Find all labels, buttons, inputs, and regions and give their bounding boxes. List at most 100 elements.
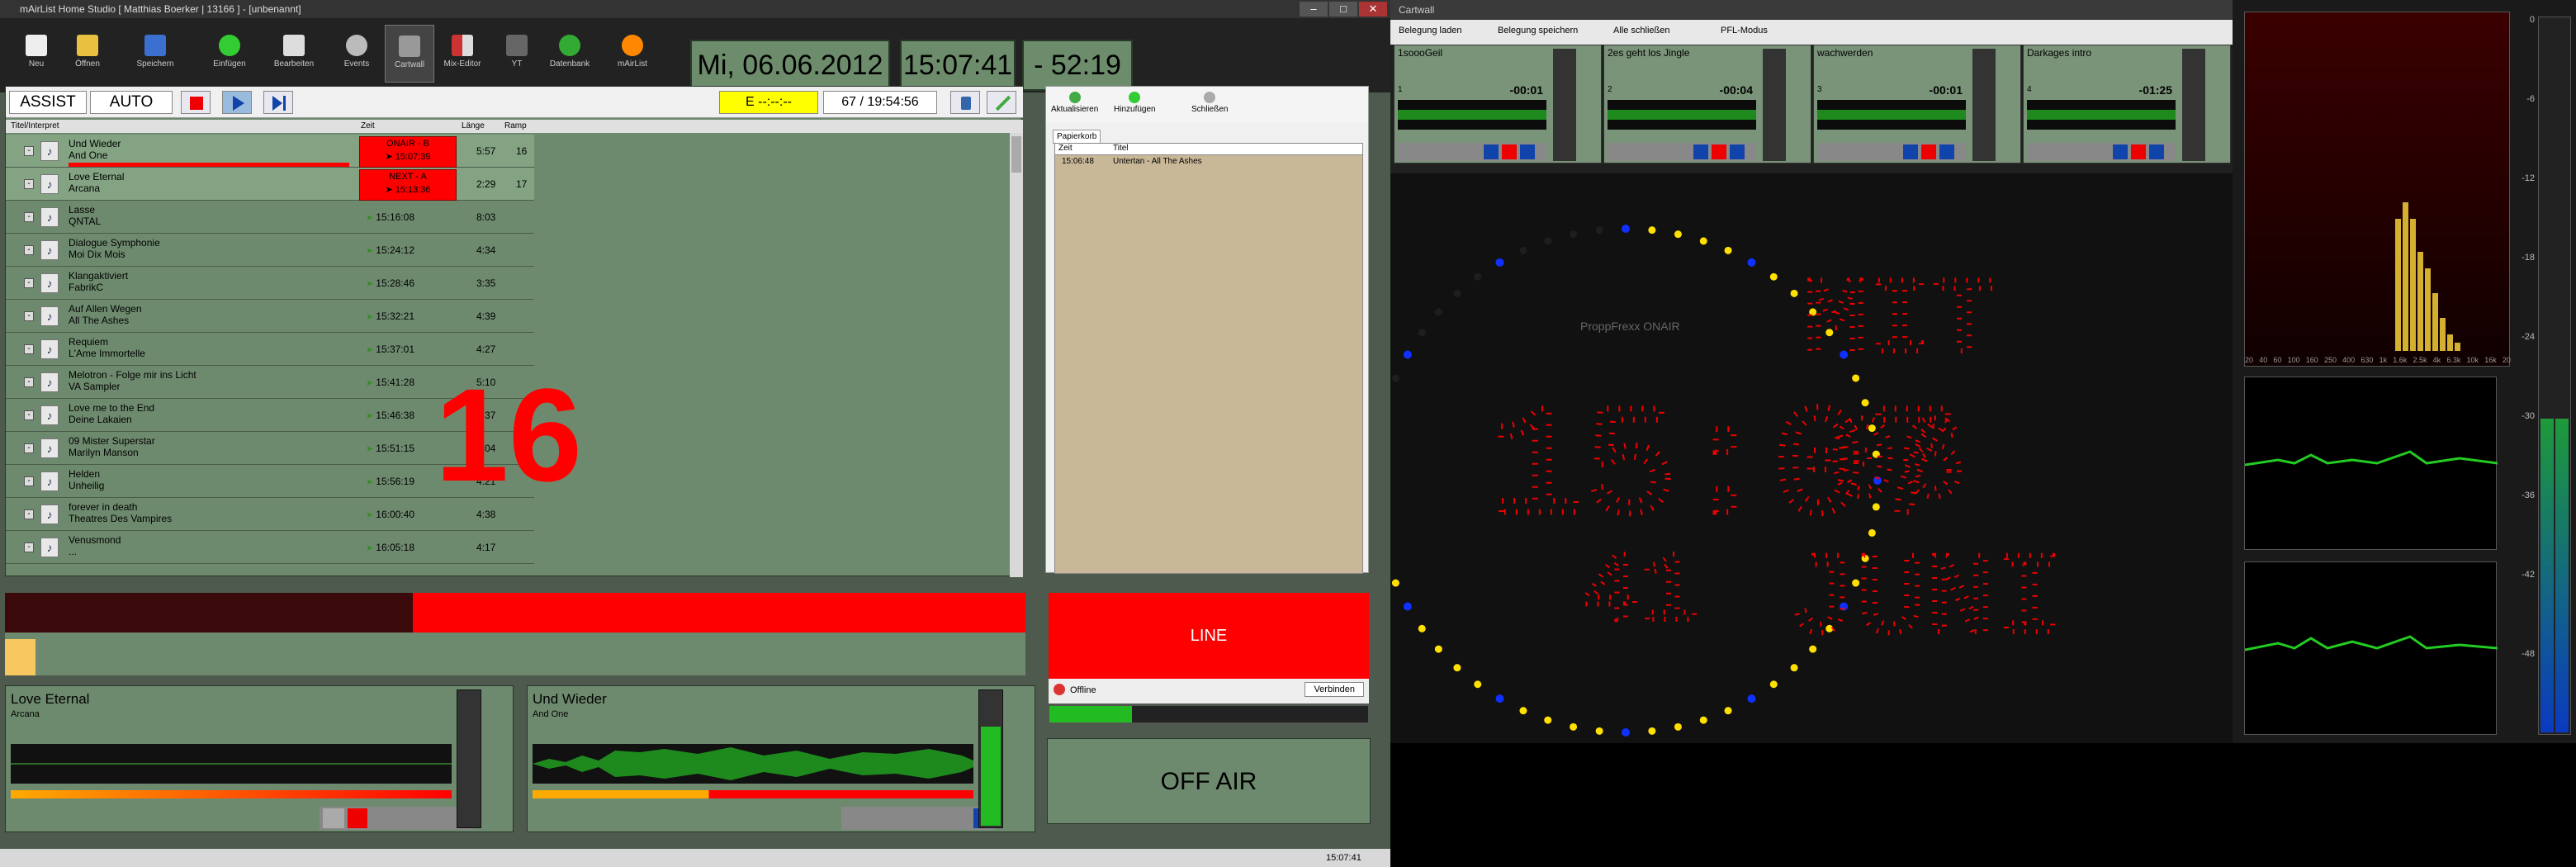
expand-icon[interactable]: - — [24, 476, 34, 486]
tool-save[interactable]: Speichern — [130, 25, 180, 83]
expand-icon[interactable]: - — [24, 245, 34, 255]
close-all-button[interactable]: Alle schließen — [1613, 26, 1669, 36]
playlist-row[interactable]: -♪ LasseQNTAL 15:16:08 8:03 — [6, 201, 534, 234]
col-title[interactable]: Titel/Interpret — [11, 120, 59, 133]
clock-second-dot — [1747, 694, 1756, 704]
minimize-button[interactable]: – — [1300, 2, 1328, 17]
delete-button[interactable] — [950, 91, 980, 114]
expand-icon[interactable]: - — [24, 311, 34, 321]
tool-events[interactable]: Events — [332, 25, 381, 83]
row-title: Lasse — [69, 204, 96, 216]
tool-open[interactable]: Öffnen — [63, 25, 112, 83]
rewind-icon[interactable] — [1903, 144, 1918, 159]
tool-mairlist[interactable]: mAirList — [608, 25, 657, 83]
edit-button[interactable] — [987, 91, 1016, 114]
play-icon[interactable] — [1939, 144, 1954, 159]
music-note-icon: ♪ — [40, 174, 59, 194]
assist-button[interactable]: ASSIST — [9, 91, 87, 114]
line-button[interactable]: LINE — [1049, 593, 1369, 679]
tool-new[interactable]: Neu — [12, 25, 61, 83]
play-button[interactable] — [222, 91, 252, 114]
maximize-button[interactable]: □ — [1329, 2, 1357, 17]
tool-yt[interactable]: YT — [492, 25, 542, 83]
expand-icon[interactable]: - — [24, 179, 34, 189]
save-layout-button[interactable]: Belegung speichern — [1498, 26, 1578, 36]
player-b-waveform[interactable] — [533, 744, 973, 784]
stop-icon[interactable] — [1921, 144, 1936, 159]
clock-second-dot — [1699, 716, 1707, 724]
row-title: Auf Allen Wegen — [69, 303, 142, 315]
rewind-icon[interactable] — [2113, 144, 2128, 159]
clock-second-dot — [1595, 226, 1603, 235]
offair-button[interactable]: OFF AIR — [1047, 738, 1371, 824]
playlist-row[interactable]: - ♪ Und Wieder And One ONAIR - B ➤ 15:07:39 5:… — [6, 135, 534, 168]
cart-slot[interactable]: 1soooGeil 1 -00:01 — [1394, 45, 1602, 163]
spectrum-label: 2.5k — [2413, 356, 2427, 364]
tab-papierkorb[interactable]: Papierkorb — [1053, 130, 1101, 144]
tool-insert[interactable]: Einfügen — [205, 25, 254, 83]
stop-icon[interactable] — [348, 808, 367, 828]
col-ramp[interactable]: Ramp — [504, 120, 527, 133]
expand-icon[interactable]: - — [24, 146, 34, 156]
expand-icon[interactable]: - — [24, 344, 34, 354]
play-icon[interactable] — [2149, 144, 2164, 159]
expand-icon[interactable]: - — [24, 410, 34, 420]
refresh-button[interactable]: Aktualisieren — [1051, 92, 1098, 114]
connect-button[interactable]: Verbinden — [1305, 682, 1364, 697]
row-title: Dialogue Symphonie — [69, 237, 160, 249]
clock-second-dot — [1495, 694, 1504, 704]
music-note-icon: ♪ — [40, 240, 59, 260]
cart-slot[interactable]: Darkages intro 4 -01:25 — [2023, 45, 2231, 163]
papierkorb-header: Zeit Titel — [1055, 144, 1362, 155]
close-panel-button[interactable]: Schließen — [1191, 92, 1228, 114]
playlist-scrollbar[interactable] — [1010, 133, 1023, 577]
tool-edit[interactable]: Bearbeiten — [269, 25, 319, 83]
expand-icon[interactable]: - — [24, 542, 34, 552]
cartwall-title: Cartwall — [1390, 0, 2233, 20]
expand-icon[interactable]: - — [24, 212, 34, 222]
add-button[interactable]: Hinzufügen — [1114, 92, 1156, 114]
rewind-icon[interactable] — [323, 808, 344, 828]
col-time[interactable]: Zeit — [361, 120, 375, 133]
expand-icon[interactable]: - — [24, 509, 34, 519]
expand-icon[interactable]: - — [24, 278, 34, 288]
cart-slot[interactable]: wachwerden 3 -00:01 — [1813, 45, 2021, 163]
play-icon[interactable] — [1730, 144, 1745, 159]
col-length[interactable]: Länge — [462, 120, 485, 133]
playlist-row[interactable]: - ♪ Love Eternal Arcana NEXT - A ➤ 15:13:36 2:… — [6, 168, 534, 201]
next-button[interactable] — [263, 91, 293, 114]
spectrum-bar — [2425, 268, 2431, 351]
cartwall-toolbar: Belegung laden Belegung speichern Alle s… — [1390, 20, 2233, 45]
tool-cartwall[interactable]: Cartwall — [385, 25, 434, 83]
expand-icon[interactable]: - — [24, 443, 34, 453]
stop-icon[interactable] — [1502, 144, 1517, 159]
music-note-icon: ♪ — [40, 372, 59, 392]
playlist-row[interactable]: -♪ Auf Allen WegenAll The Ashes 15:32:21 4:… — [6, 300, 534, 333]
cartwall-window: Cartwall Belegung laden Belegung speiche… — [1390, 0, 2233, 173]
play-icon[interactable] — [1520, 144, 1535, 159]
stop-icon[interactable] — [1712, 144, 1726, 159]
rewind-icon[interactable] — [1693, 144, 1708, 159]
playlist-row[interactable]: -♪ KlangaktiviertFabrikC 15:28:46 3:35 — [6, 267, 534, 300]
yt-icon — [506, 35, 528, 56]
pfl-button[interactable]: PFL-Modus — [1721, 26, 1768, 36]
tool-mixeditor[interactable]: Mix-Editor — [438, 25, 487, 83]
playlist-row[interactable]: -♪ Venusmond... 16:05:18 4:17 — [6, 531, 534, 564]
clock-second-dot — [1519, 707, 1527, 715]
connection-status: Offline — [1070, 685, 1096, 695]
cart-slot[interactable]: 2es geht los Jingle 2 -00:04 — [1603, 45, 1811, 163]
stop-icon[interactable] — [2131, 144, 2146, 159]
rewind-icon[interactable] — [1484, 144, 1499, 159]
database-icon — [559, 35, 580, 56]
auto-button[interactable]: AUTO — [90, 91, 173, 114]
player-b-vu — [978, 689, 1003, 828]
papierkorb-row[interactable]: 15:06:48 Untertan - All The Ashes — [1055, 157, 1362, 168]
load-button[interactable]: Belegung laden — [1399, 26, 1461, 36]
close-button[interactable]: ✕ — [1359, 2, 1387, 17]
playlist-row[interactable]: -♪ Dialogue SymphonieMoi Dix Mois 15:24:12… — [6, 234, 534, 267]
player-b-artist: And One — [533, 709, 569, 719]
expand-icon[interactable]: - — [24, 377, 34, 387]
tool-database[interactable]: Datenbank — [545, 25, 594, 83]
stop-button[interactable] — [181, 91, 211, 114]
player-a-waveform[interactable] — [11, 744, 452, 784]
